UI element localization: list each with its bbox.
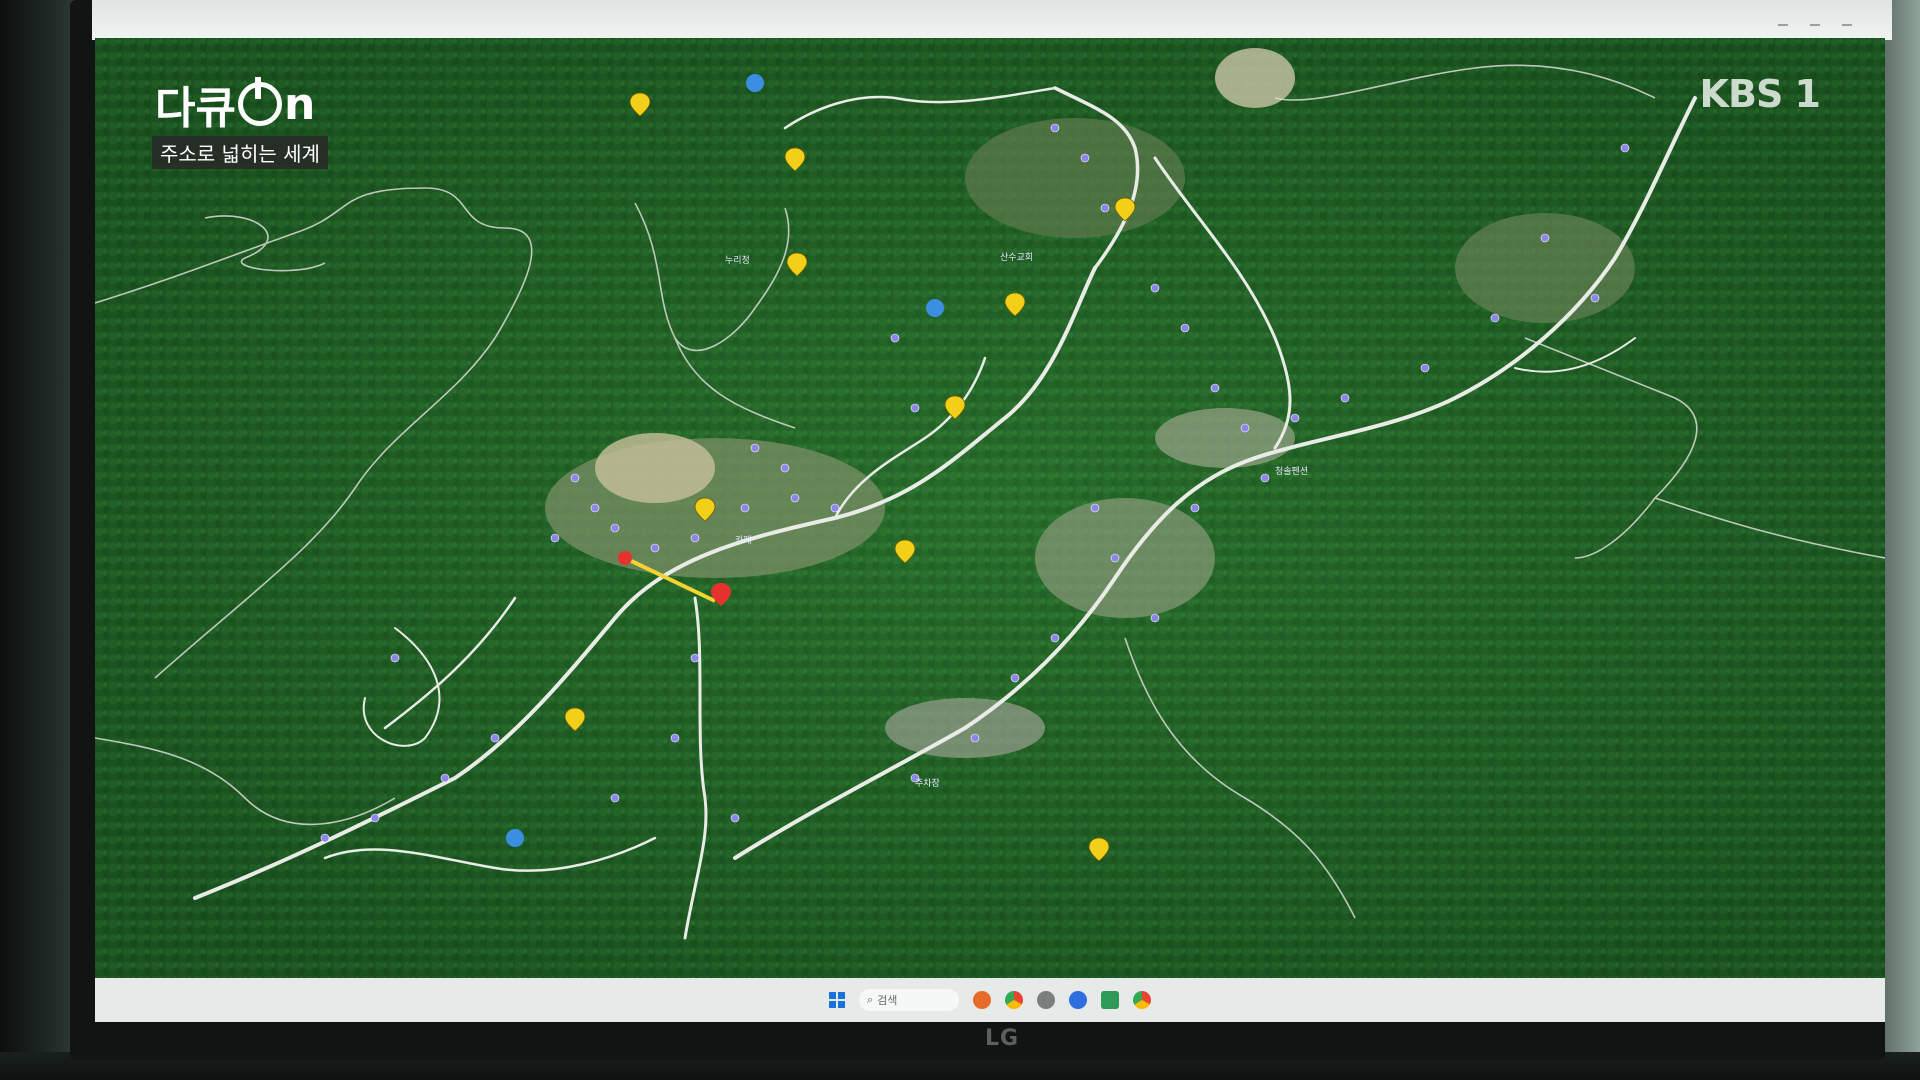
taskbar-app-icon[interactable] [1069, 991, 1087, 1009]
close-icon[interactable] [1842, 16, 1852, 26]
hotel-area [1155, 408, 1295, 468]
resort-area [1035, 498, 1215, 618]
quarry-area [595, 433, 715, 503]
taskbar-app-icon[interactable] [1101, 991, 1119, 1009]
taskbar-app-icon[interactable] [973, 991, 991, 1009]
map-label: 누리정 [725, 255, 750, 266]
satellite-map[interactable]: 누리정 청솔펜션 산수교회 카페 주차장 [95, 38, 1885, 978]
monitor-brand-logo: LG [985, 1026, 1020, 1051]
hospital-icon[interactable] [746, 74, 764, 92]
episode-title: 주소로 넓히는 세계 [152, 136, 328, 169]
map-label: 청솔펜션 [1275, 466, 1308, 477]
browser-title-bar [92, 0, 1892, 40]
taskbar-search[interactable]: ⌕ 검색 [859, 989, 959, 1011]
map-canvas[interactable]: 누리정 청솔펜션 산수교회 카페 주차장 [95, 38, 1885, 978]
map-label: 카페 [735, 535, 752, 546]
chrome-icon[interactable] [1133, 991, 1151, 1009]
north-village [965, 118, 1185, 238]
broadcaster-logo: KBS 1 [1699, 72, 1821, 116]
taskbar-app-icon[interactable] [1037, 991, 1055, 1009]
minimize-icon[interactable] [1778, 16, 1788, 26]
hospital-icon[interactable] [926, 299, 944, 317]
show-logo: 다큐 n [155, 72, 315, 136]
background-right [1880, 0, 1920, 1080]
taskbar: ⌕ 검색 [95, 978, 1885, 1022]
show-logo-text: 다큐 [155, 83, 236, 134]
search-icon: ⌕ [867, 993, 874, 1006]
search-placeholder: 검색 [877, 994, 898, 1007]
map-label: 산수교회 [1000, 252, 1033, 263]
map-label: 주차장 [915, 777, 940, 789]
maximize-icon[interactable] [1810, 16, 1820, 26]
hospital-icon[interactable] [506, 829, 524, 847]
start-point-icon[interactable] [618, 551, 632, 565]
chrome-icon[interactable] [1005, 991, 1023, 1009]
window-controls [1778, 16, 1852, 26]
show-logo-text-suffix: n [283, 78, 316, 130]
windows-start-icon[interactable] [829, 992, 845, 1008]
power-icon [237, 77, 282, 126]
